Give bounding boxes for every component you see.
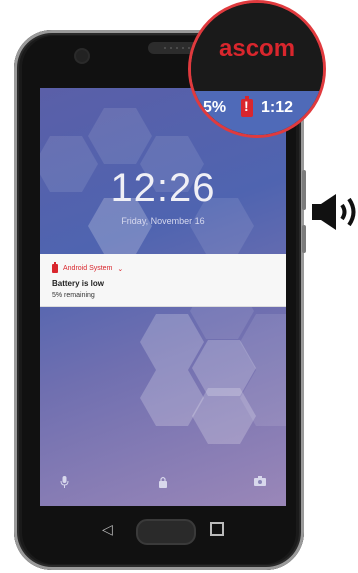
chevron-down-icon[interactable]: ⌄ xyxy=(117,265,123,273)
brand-logo: ascom xyxy=(219,35,296,62)
zoomed-status-bar: 5% 1:12 xyxy=(191,91,323,135)
lock-screen-shortcuts xyxy=(40,476,286,490)
notification-header: Android System ⌄ xyxy=(52,262,123,273)
battery-alert-icon xyxy=(52,262,58,273)
mic-icon[interactable] xyxy=(60,476,69,491)
side-button[interactable] xyxy=(302,170,306,210)
notification-body: 5% remaining xyxy=(52,292,95,299)
lock-date: Friday, November 16 xyxy=(121,216,205,226)
home-button[interactable] xyxy=(136,519,196,545)
battery-notification[interactable]: Android System ⌄ Battery is low 5% remai… xyxy=(40,254,286,307)
notification-title: Battery is low xyxy=(52,279,105,288)
front-camera xyxy=(76,50,88,62)
wallpaper-hexagon xyxy=(140,314,204,370)
camera-icon[interactable] xyxy=(254,476,266,489)
battery-low-icon xyxy=(241,96,253,117)
speaker-sound-icon xyxy=(310,192,358,232)
navigation-bar: ◁ xyxy=(40,510,286,550)
lock-screen: 12:26 Friday, November 16 Android System… xyxy=(40,88,286,506)
status-bar-zoom-callout: ascom 5% 1:12 xyxy=(188,0,326,138)
notification-app-name: Android System xyxy=(63,265,113,272)
status-time: 1:12 xyxy=(261,99,294,116)
recents-icon[interactable] xyxy=(210,522,224,536)
back-icon[interactable]: ◁ xyxy=(102,521,113,538)
side-button[interactable] xyxy=(302,225,306,253)
lock-icon[interactable] xyxy=(158,476,168,491)
battery-percentage: 5% xyxy=(203,99,227,116)
lock-clock: 12:26 xyxy=(110,166,216,210)
wallpaper-hexagon xyxy=(88,108,152,164)
